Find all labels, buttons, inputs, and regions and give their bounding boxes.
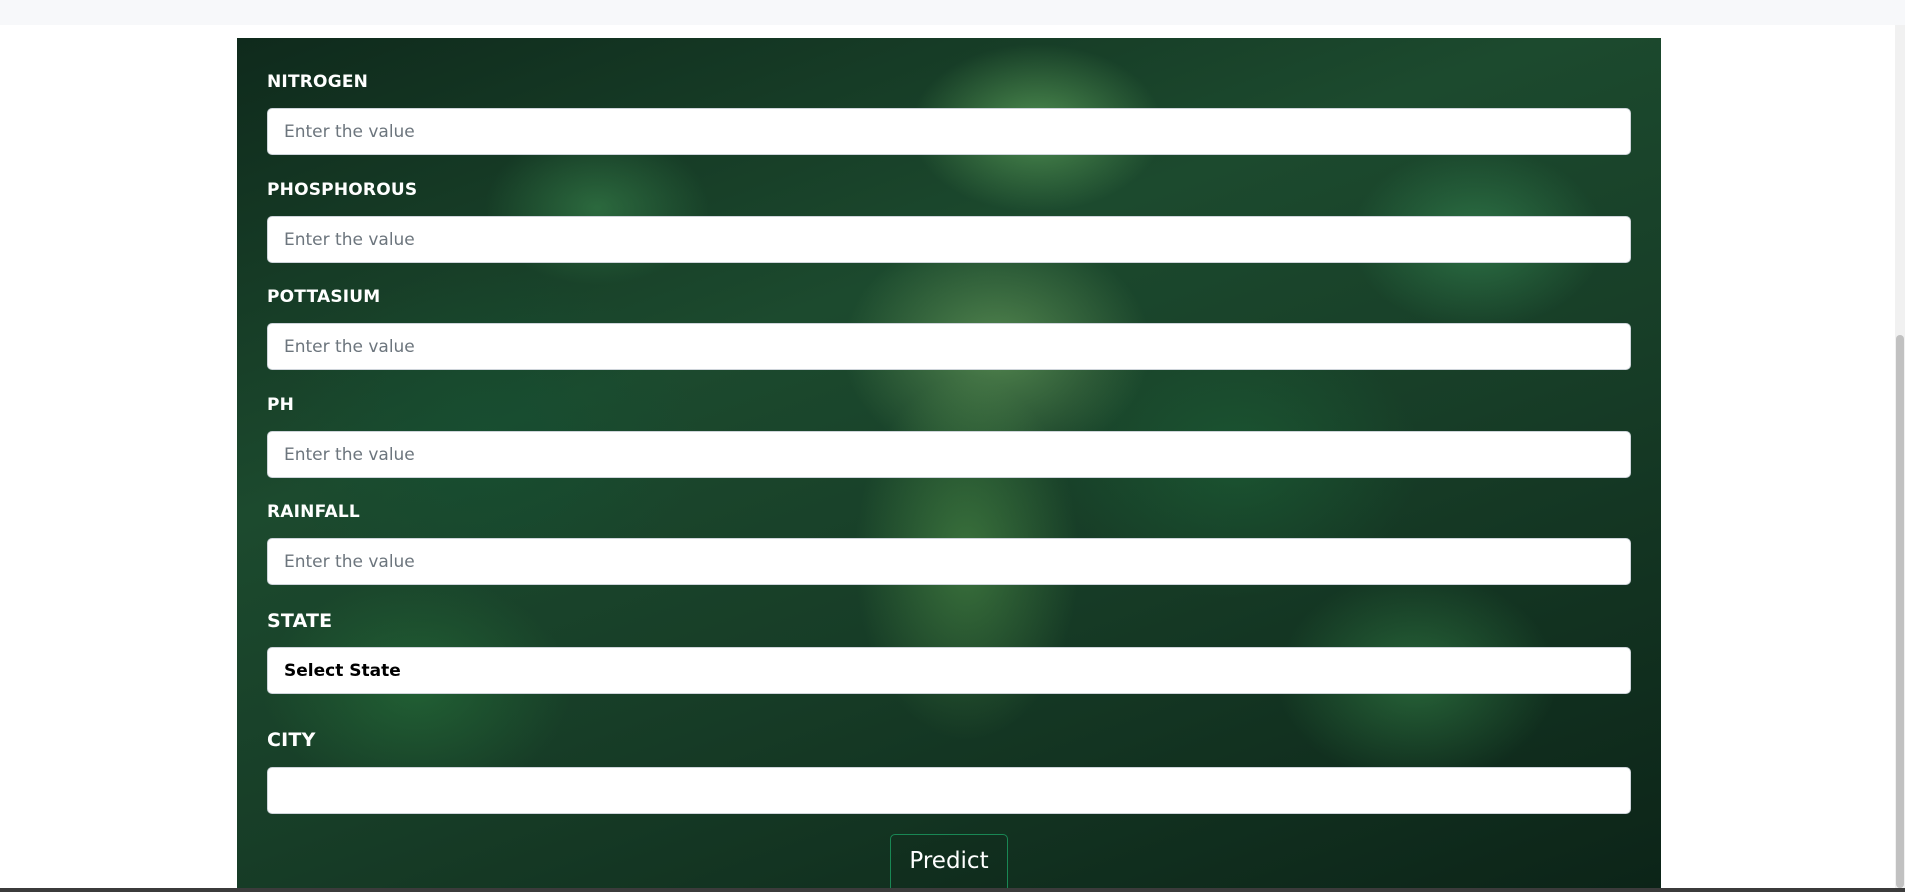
- prediction-form-panel: NITROGEN PHOSPHOROUS POTTASIUM PH RAINFA…: [237, 38, 1661, 892]
- phosphorous-label: PHOSPHOROUS: [267, 180, 418, 200]
- city-input[interactable]: [267, 767, 1631, 814]
- pottasium-input[interactable]: [267, 323, 1631, 370]
- rainfall-label: RAINFALL: [267, 502, 360, 522]
- state-select-value: Select State: [284, 660, 401, 681]
- predict-button[interactable]: Predict: [890, 834, 1008, 892]
- page-scrollbar[interactable]: [1895, 25, 1905, 888]
- pottasium-label: POTTASIUM: [267, 287, 381, 307]
- scrollbar-thumb[interactable]: [1896, 335, 1904, 888]
- nitrogen-label: NITROGEN: [267, 72, 369, 92]
- phosphorous-input[interactable]: [267, 216, 1631, 263]
- state-select[interactable]: Select State: [267, 647, 1631, 694]
- rainfall-input[interactable]: [267, 538, 1631, 585]
- nitrogen-input[interactable]: [267, 108, 1631, 155]
- ph-input[interactable]: [267, 431, 1631, 478]
- state-label: STATE: [267, 610, 333, 632]
- ph-label: PH: [267, 395, 295, 415]
- city-label: CITY: [267, 729, 316, 751]
- top-bar: [0, 0, 1905, 25]
- bottom-edge: [0, 888, 1905, 892]
